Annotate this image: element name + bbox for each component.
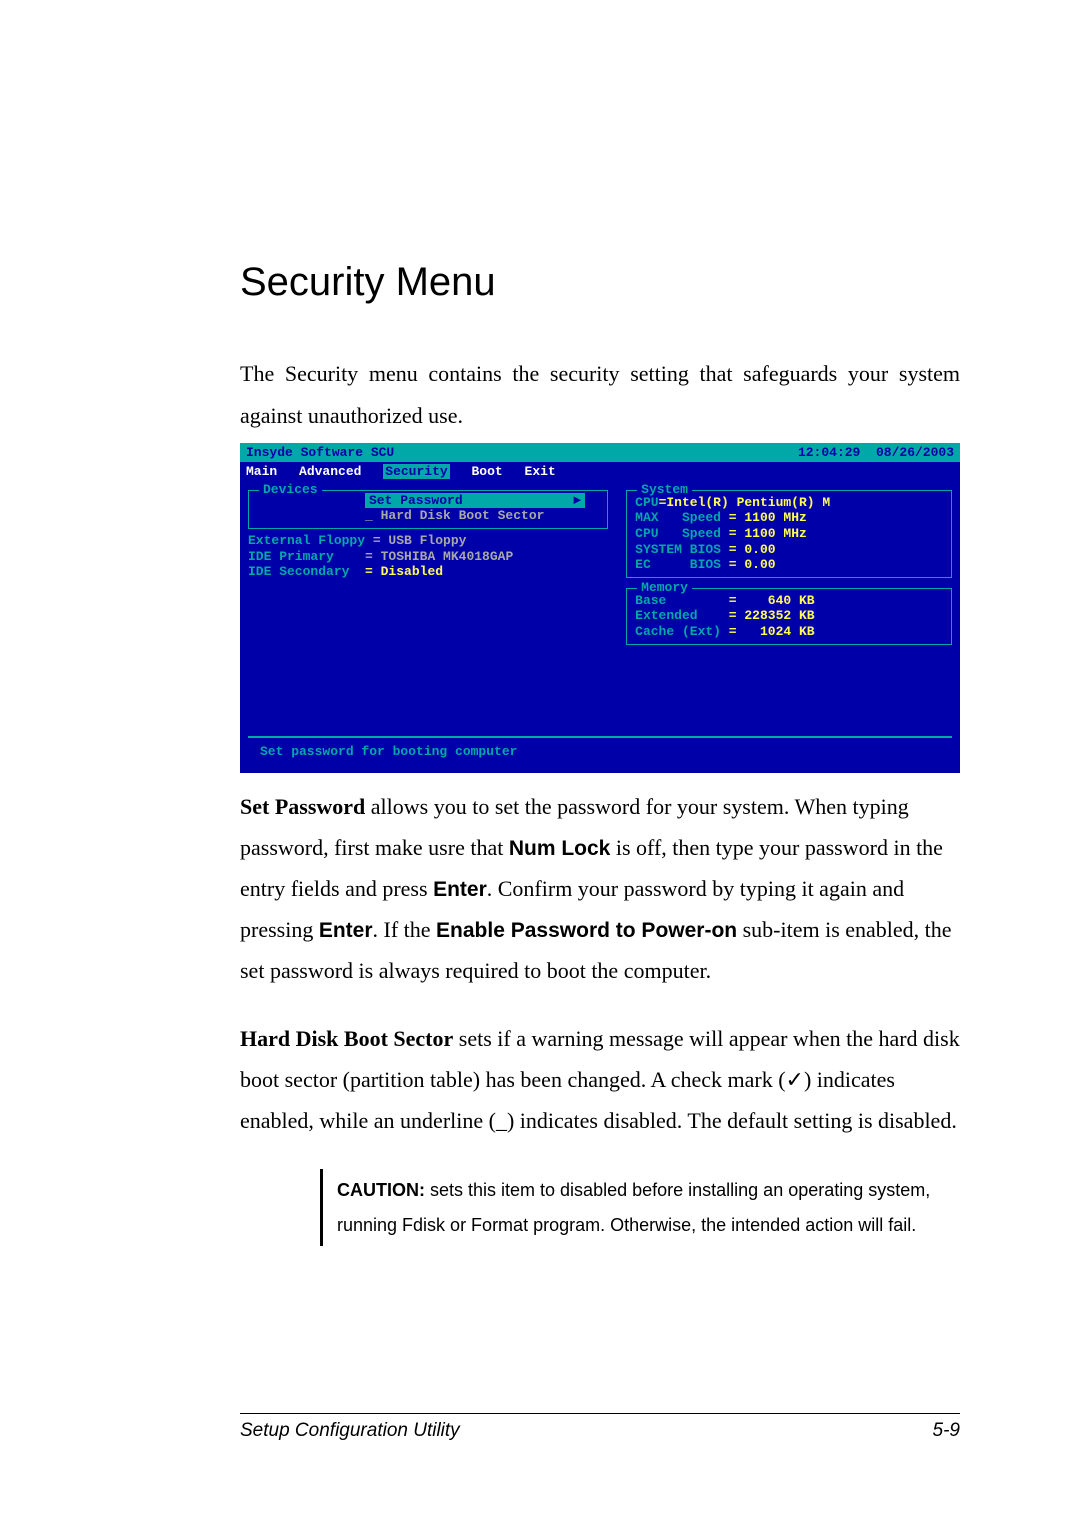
caution-text: sets this item to disabled before instal…: [337, 1180, 930, 1234]
sys-label: SYSTEM BIOS: [635, 542, 729, 557]
mem-value: = 228352 KB: [729, 608, 815, 623]
memory-box: Memory Base = 640 KB Extended = 228352 K…: [626, 588, 952, 645]
device-row: IDE Secondary = Disabled: [248, 564, 608, 580]
footer-left: Setup Configuration Utility: [240, 1420, 460, 1442]
bios-time: 12:04:29: [798, 445, 860, 460]
bios-brand: Insyde Software SCU: [246, 445, 394, 461]
caution-label: CAUTION:: [337, 1180, 425, 1200]
device-row: IDE Primary = TOSHIBA MK4018GAP: [248, 549, 608, 565]
kw: Enable Password to Power-on: [436, 919, 737, 942]
kw: Enter: [433, 878, 487, 901]
menu-security[interactable]: Security: [383, 464, 449, 479]
bios-date: 08/26/2003: [876, 445, 954, 460]
sys-value: = 0.00: [729, 542, 776, 557]
sys-value: = 0.00: [729, 557, 776, 572]
hdbs-lead: Hard Disk Boot Sector: [240, 1026, 453, 1051]
intro-paragraph: The Security menu contains the security …: [240, 353, 960, 437]
bios-help-line: Set password for booting computer: [248, 736, 952, 774]
bios-clock: 12:04:29 08/26/2003: [798, 445, 954, 461]
set-password-lead: Set Password: [240, 794, 365, 819]
sys-label: CPU Speed: [635, 526, 729, 541]
page-footer: Setup Configuration Utility 5-9: [240, 1413, 960, 1442]
hard-disk-boot-sector-item[interactable]: _ Hard Disk Boot Sector: [365, 508, 601, 524]
mem-value: = 640 KB: [729, 593, 815, 608]
device-row: External Floppy = USB Floppy: [248, 533, 608, 549]
submenu-arrow-icon: ►: [573, 493, 581, 509]
set-password-item[interactable]: Set Password ►: [365, 493, 585, 509]
menu-exit[interactable]: Exit: [525, 464, 556, 479]
set-password-label: Set Password: [369, 493, 463, 508]
kw: Num Lock: [509, 837, 611, 860]
page-heading: Security Menu: [240, 260, 960, 305]
sys-value: = 1100 MHz: [729, 526, 807, 541]
hard-disk-boot-sector-paragraph: Hard Disk Boot Sector sets if a warning …: [240, 1019, 960, 1141]
sys-label: EC BIOS: [635, 557, 729, 572]
set-password-paragraph: Set Password allows you to set the passw…: [240, 787, 960, 991]
system-box: System CPU=Intel(R) Pentium(R) M MAX Spe…: [626, 490, 952, 578]
mem-value: = 1024 KB: [729, 624, 815, 639]
kw: Enter: [319, 919, 373, 942]
footer-page-number: 5-9: [933, 1420, 960, 1442]
bios-titlebar: Insyde Software SCU 12:04:29 08/26/2003: [240, 443, 960, 463]
menu-advanced[interactable]: Advanced: [299, 464, 361, 479]
system-title: System: [637, 482, 692, 498]
sys-value: = 1100 MHz: [729, 510, 807, 525]
caution-block: CAUTION: sets this item to disabled befo…: [320, 1169, 960, 1245]
memory-title: Memory: [637, 580, 692, 596]
bios-screenshot: Insyde Software SCU 12:04:29 08/26/2003 …: [240, 443, 960, 774]
mem-label: Extended: [635, 608, 729, 623]
bios-menubar: Main Advanced Security Boot Exit: [240, 462, 960, 486]
menu-main[interactable]: Main: [246, 464, 277, 479]
mem-label: Cache (Ext): [635, 624, 729, 639]
menu-boot[interactable]: Boot: [472, 464, 503, 479]
sys-label: MAX Speed: [635, 510, 729, 525]
devices-title: Devices: [259, 482, 322, 498]
